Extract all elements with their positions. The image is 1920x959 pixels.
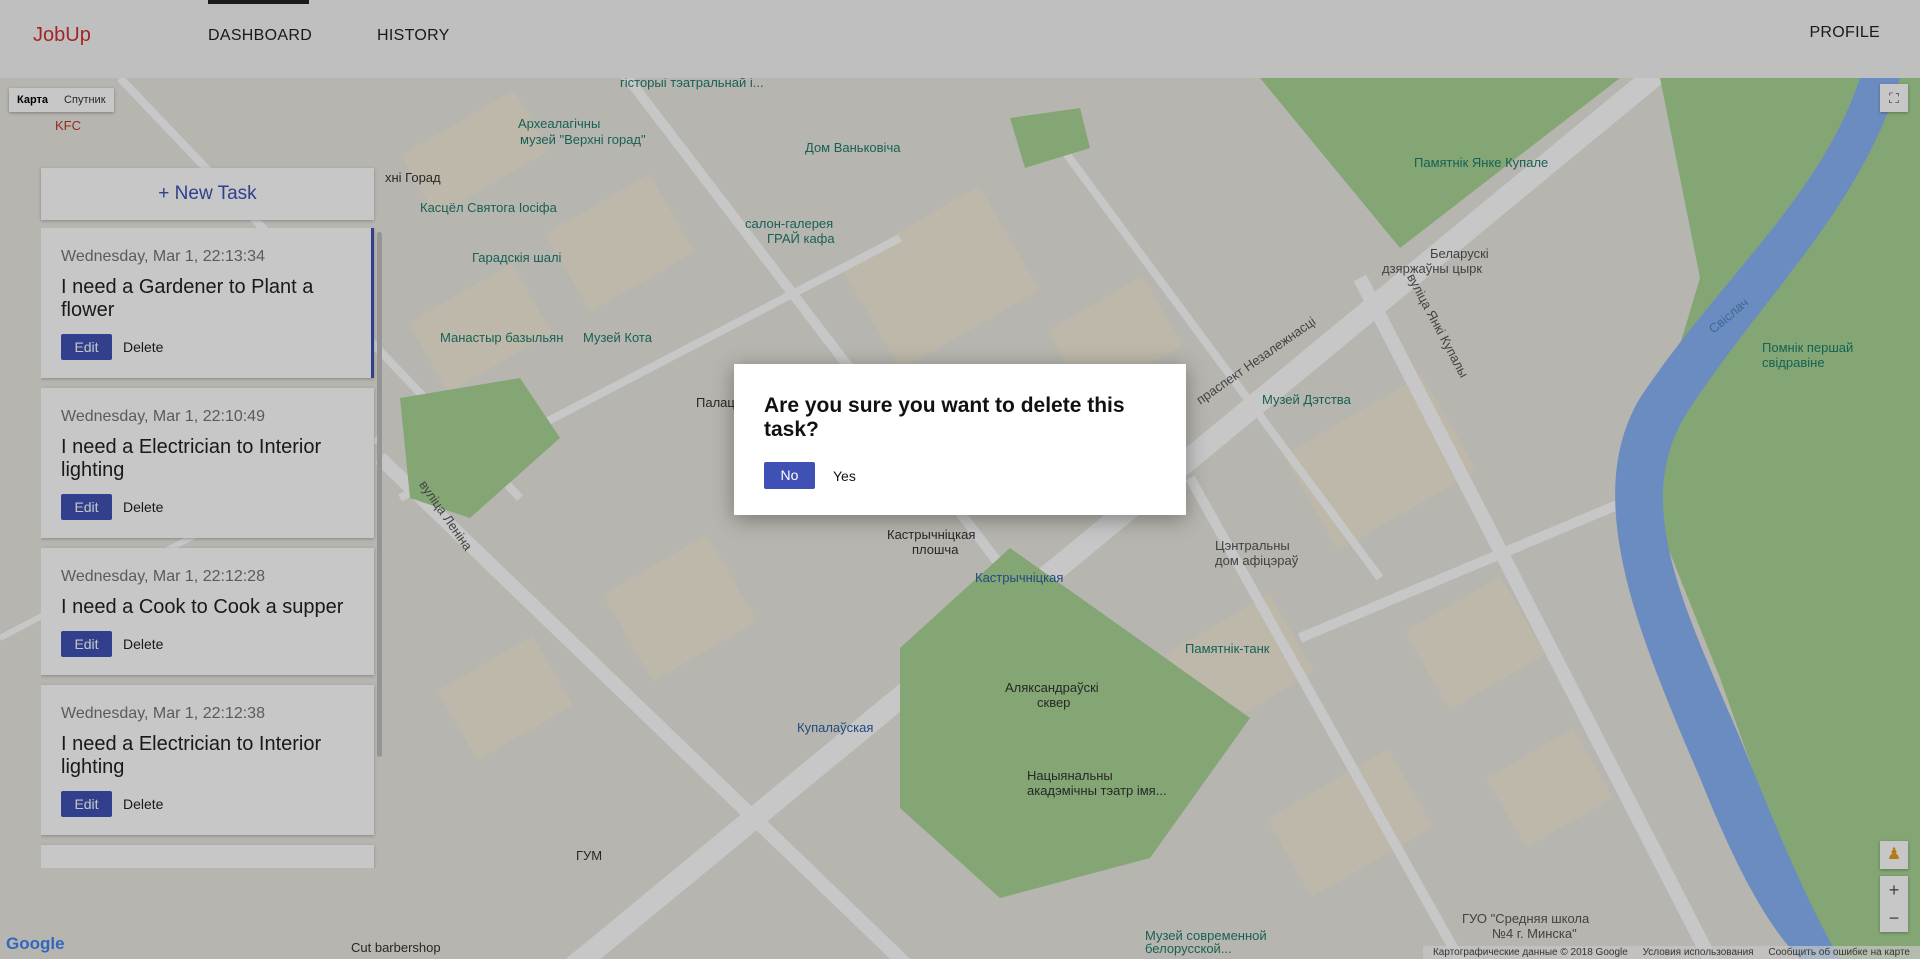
delete-confirm-dialog: Are you sure you want to delete this tas… xyxy=(734,364,1186,515)
yes-button[interactable]: Yes xyxy=(833,468,856,484)
dialog-title: Are you sure you want to delete this tas… xyxy=(764,394,1125,441)
no-button[interactable]: No xyxy=(764,462,815,489)
